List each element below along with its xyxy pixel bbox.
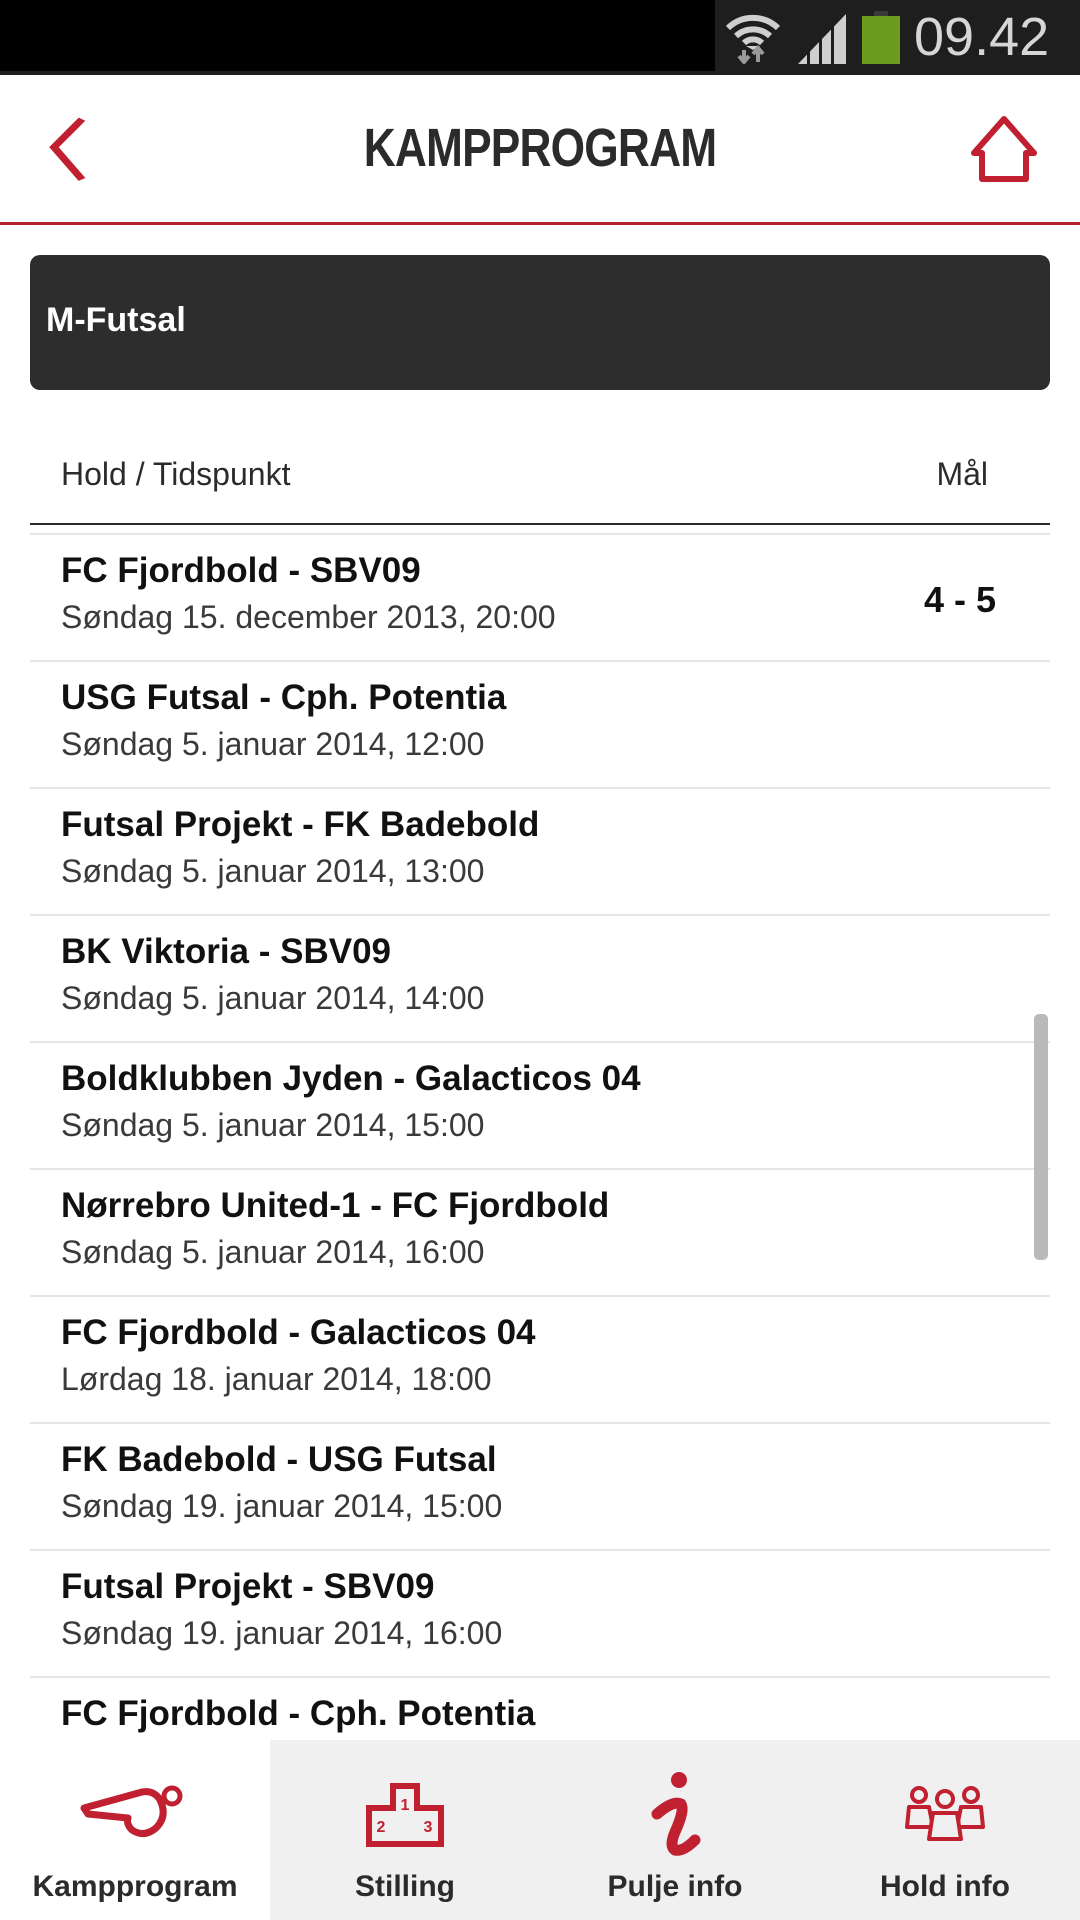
match-datetime: Søndag 15. december 2013, 20:00	[61, 599, 556, 635]
column-header-teams: Hold / Tidspunkt	[61, 456, 291, 492]
back-button[interactable]	[40, 115, 100, 185]
team-icon	[890, 1770, 1000, 1860]
match-row[interactable]: Futsal Projekt - FK Badebold Søndag 5. j…	[30, 789, 1050, 916]
match-row[interactable]: USG Futsal - Cph. Potentia Søndag 5. jan…	[30, 662, 1050, 789]
nav-label: Hold info	[880, 1870, 1010, 1903]
status-bar: 09.42	[0, 0, 1080, 75]
nav-label: Stilling	[355, 1870, 455, 1903]
whistle-icon	[80, 1770, 190, 1860]
svg-text:2: 2	[377, 1819, 386, 1836]
match-datetime: Søndag 5. januar 2014, 12:00	[61, 726, 485, 762]
match-datetime: Søndag 5. januar 2014, 15:00	[61, 1107, 485, 1143]
home-icon	[971, 116, 1037, 182]
match-row[interactable]: FC Fjordbold - Galacticos 04 Lørdag 18. …	[30, 1297, 1050, 1424]
match-datetime: Lørdag 18. januar 2014, 18:00	[61, 1361, 492, 1397]
nav-tab-stilling[interactable]: 1 2 3 Stilling	[270, 1740, 540, 1920]
signal-icon	[798, 14, 846, 64]
info-icon	[620, 1770, 730, 1860]
match-teams: Futsal Projekt - SBV09	[61, 1567, 435, 1606]
match-datetime: Søndag 5. januar 2014, 14:00	[61, 980, 485, 1016]
podium-icon: 1 2 3	[350, 1770, 460, 1860]
match-row[interactable]: Nørrebro United-1 - FC Fjordbold Søndag …	[30, 1170, 1050, 1297]
match-teams: FK Badebold - USG Futsal	[61, 1440, 497, 1479]
match-teams: BK Viktoria - SBV09	[61, 932, 392, 971]
match-datetime: Søndag 19. januar 2014, 16:00	[61, 1615, 503, 1651]
match-datetime: Søndag 5. januar 2014, 13:00	[61, 853, 485, 889]
bottom-nav: Kampprogram 1 2 3 Stilling Pulje info Ho…	[0, 1740, 1080, 1920]
match-row[interactable]: FK Badebold - USG Futsal Søndag 19. janu…	[30, 1424, 1050, 1551]
nav-tab-kampprogram[interactable]: Kampprogram	[0, 1740, 270, 1920]
match-row[interactable]: BK Viktoria - SBV09 Søndag 5. januar 201…	[30, 916, 1050, 1043]
match-datetime: Søndag 19. januar 2014, 15:00	[61, 1488, 503, 1524]
match-row[interactable]: FC Fjordbold - Cph. Potentia	[30, 1678, 1050, 1740]
battery-icon	[862, 11, 900, 64]
page-title: KAMPPROGRAM	[363, 118, 717, 178]
chevron-left-icon	[49, 117, 86, 181]
match-teams: FC Fjordbold - Cph. Potentia	[61, 1694, 536, 1733]
nav-label: Kampprogram	[32, 1870, 238, 1903]
match-row[interactable]: Futsal Projekt - SBV09 Søndag 19. januar…	[30, 1551, 1050, 1678]
nav-tab-pulje-info[interactable]: Pulje info	[540, 1740, 810, 1920]
list-scrollbar[interactable]	[1034, 1014, 1048, 1260]
match-teams: FC Fjordbold - Galacticos 04	[61, 1313, 536, 1352]
svg-text:3: 3	[424, 1819, 433, 1836]
status-time: 09.42	[914, 7, 1050, 67]
match-teams: Futsal Projekt - FK Badebold	[61, 805, 540, 844]
match-list[interactable]: FC Fjordbold - SBV09 Søndag 15. december…	[30, 533, 1050, 1740]
home-button[interactable]	[968, 113, 1040, 185]
nav-label: Pulje info	[607, 1870, 743, 1903]
match-teams: FC Fjordbold - SBV09	[61, 551, 421, 590]
match-teams: Nørrebro United-1 - FC Fjordbold	[61, 1186, 610, 1225]
table-header: Hold / Tidspunkt Mål	[30, 430, 1050, 525]
match-row[interactable]: FC Fjordbold - SBV09 Søndag 15. december…	[30, 535, 1050, 662]
svg-text:1: 1	[401, 1797, 410, 1814]
section-banner: M-Futsal	[30, 255, 1050, 390]
app-header: KAMPPROGRAM	[0, 75, 1080, 225]
wifi-icon	[725, 14, 781, 64]
match-datetime: Søndag 5. januar 2014, 16:00	[61, 1234, 485, 1270]
column-header-goals: Mål	[936, 456, 988, 492]
match-score: 4 - 5	[923, 579, 996, 620]
match-teams: USG Futsal - Cph. Potentia	[61, 678, 507, 717]
nav-tab-hold-info[interactable]: Hold info	[810, 1740, 1080, 1920]
section-title: M-Futsal	[46, 301, 186, 339]
match-row[interactable]: Boldklubben Jyden - Galacticos 04 Søndag…	[30, 1043, 1050, 1170]
match-teams: Boldklubben Jyden - Galacticos 04	[61, 1059, 641, 1098]
